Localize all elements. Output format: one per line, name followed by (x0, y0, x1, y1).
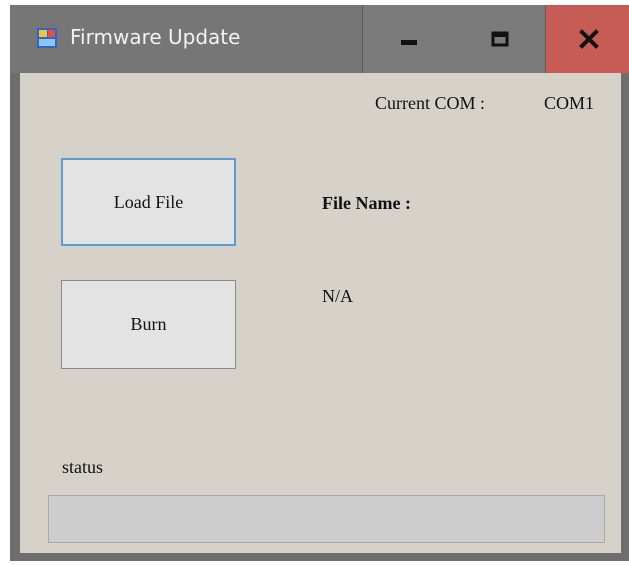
app-icon (37, 28, 57, 48)
minimize-icon (400, 40, 417, 45)
firmware-update-window: Firmware Update Current COM : COM1 Load … (10, 5, 629, 561)
window-title: Firmware Update (70, 25, 241, 49)
status-progress-bar (48, 495, 605, 543)
close-icon (578, 29, 599, 49)
load-file-button-label: Load File (113, 191, 184, 212)
file-name-value: N/A (322, 286, 353, 306)
minimize-button[interactable] (362, 5, 455, 73)
maximize-icon (491, 31, 508, 47)
burn-button-label: Burn (130, 314, 167, 334)
close-button[interactable] (546, 5, 629, 73)
client-area: Current COM : COM1 Load File File Name :… (20, 73, 621, 553)
maximize-button[interactable] (454, 5, 546, 73)
load-file-button[interactable]: Load File (61, 158, 236, 246)
title-bar[interactable]: Firmware Update (10, 5, 629, 73)
burn-button[interactable]: Burn (61, 280, 236, 369)
current-com-value: COM1 (544, 93, 595, 113)
current-com-label: Current COM : (375, 93, 485, 113)
status-label: status (62, 457, 104, 477)
file-name-label: File Name : (322, 193, 411, 213)
